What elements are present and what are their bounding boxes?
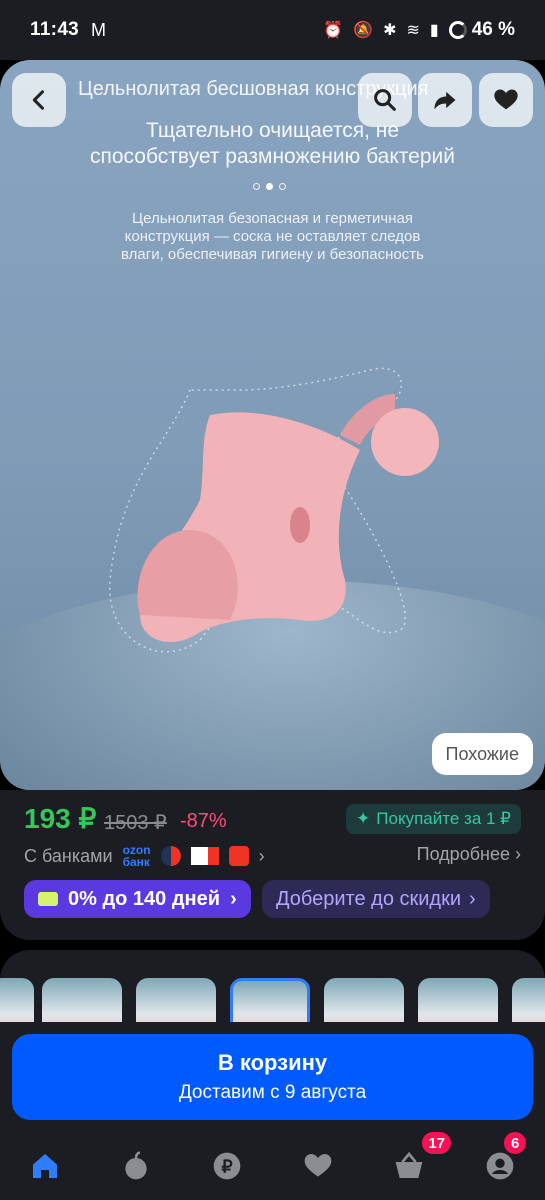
current-price: 193 ₽ [24, 803, 97, 834]
status-icons: ⏰ 🔕 ✱ ≋ ▮ 46 % [323, 19, 515, 41]
similar-button[interactable]: Похожие [431, 733, 533, 775]
product-gallery[interactable]: Цельнолитая бесшовная конструкция Тщател… [0, 60, 545, 790]
alarm-icon: ⏰ [323, 22, 344, 39]
installment-button[interactable]: 0% до 140 дней › [24, 880, 251, 918]
back-button[interactable] [12, 73, 66, 127]
signal-icon: ▮ [429, 22, 439, 39]
bank-logo-icon [160, 846, 181, 866]
add-to-cart-button[interactable]: В корзину Доставим с 9 августа [12, 1034, 533, 1120]
heart-icon [304, 1154, 332, 1177]
bottom-nav: ₽ 17 6 [0, 1132, 545, 1200]
clock: 11:43 [30, 19, 80, 40]
status-bar: 11:43 M ⏰ 🔕 ✱ ≋ ▮ 46 % [0, 0, 545, 60]
share-button[interactable] [418, 73, 472, 127]
heart-icon [494, 89, 518, 110]
nav-finance[interactable]: ₽ [182, 1132, 273, 1200]
more-link[interactable]: Подробнее › [417, 844, 521, 865]
nav-fresh[interactable] [91, 1132, 182, 1200]
card-icon [38, 892, 58, 906]
battery-indicator: 46 % [448, 19, 515, 41]
banks-row[interactable]: С банками ozon банк › [24, 844, 265, 868]
search-icon [374, 89, 396, 111]
more-label: Подробнее [416, 844, 510, 864]
banks-label: С банками [24, 845, 113, 866]
buy-for-promo[interactable]: ✦ Покупайте за 1 ₽ [346, 804, 521, 834]
chevron-right-icon: › [469, 887, 476, 910]
old-price: 1503 ₽ [104, 812, 167, 834]
add-to-cart-label: В корзину [217, 1050, 328, 1075]
svg-text:₽: ₽ [222, 1157, 233, 1177]
bank-logo-icon [190, 847, 219, 865]
mail-icon: M [91, 19, 107, 40]
chevron-left-icon [32, 90, 45, 110]
wifi-icon: ≋ [406, 22, 420, 39]
favorite-button[interactable] [479, 73, 533, 127]
nav-profile[interactable]: 6 [454, 1132, 545, 1200]
installment-label: 0% до 140 дней [68, 887, 221, 910]
battery-percent: 46 % [471, 19, 515, 40]
buy-for-label: Покупайте за 1 ₽ [376, 809, 511, 828]
nav-home[interactable] [0, 1132, 91, 1200]
ruble-icon: ₽ [213, 1152, 241, 1180]
bluetooth-icon: ✱ [383, 22, 397, 39]
discount-badge: -87% [180, 810, 227, 832]
product-photo [109, 367, 439, 653]
cart-badge: 17 [422, 1132, 451, 1154]
nav-cart[interactable]: 17 [363, 1132, 454, 1200]
add-to-discount-button[interactable]: Доберите до скидки › [262, 880, 490, 918]
price-panel: 193 ₽ 1503 ₽ -87% ✦ Покупайте за 1 ₽ С б… [0, 790, 545, 940]
bank-logo-icon [228, 846, 249, 866]
delivery-label: Доставим с 9 августа [178, 1082, 367, 1103]
share-icon [434, 91, 456, 110]
ozon-bank-logo-text: банк [122, 855, 150, 869]
sparkle-icon: ✦ [356, 809, 371, 828]
home-icon [33, 1154, 58, 1178]
battery-icon [448, 21, 467, 39]
chevron-right-icon: › [258, 845, 265, 866]
nav-favorites[interactable] [272, 1132, 363, 1200]
apple-icon [125, 1151, 147, 1180]
ozon-bank-logo: ozon банк [123, 844, 151, 868]
search-button[interactable] [358, 73, 412, 127]
chevron-right-icon: › [230, 887, 237, 910]
profile-badge: 6 [504, 1132, 527, 1154]
profile-icon [486, 1152, 513, 1180]
chevron-right-icon: › [515, 844, 521, 864]
mute-icon: 🔕 [353, 22, 374, 39]
thumbnail-strip [0, 950, 545, 1030]
cart-bar: В корзину Доставим с 9 августа [0, 1022, 545, 1132]
basket-icon [395, 1151, 423, 1178]
add-to-discount-label: Доберите до скидки [276, 887, 462, 910]
